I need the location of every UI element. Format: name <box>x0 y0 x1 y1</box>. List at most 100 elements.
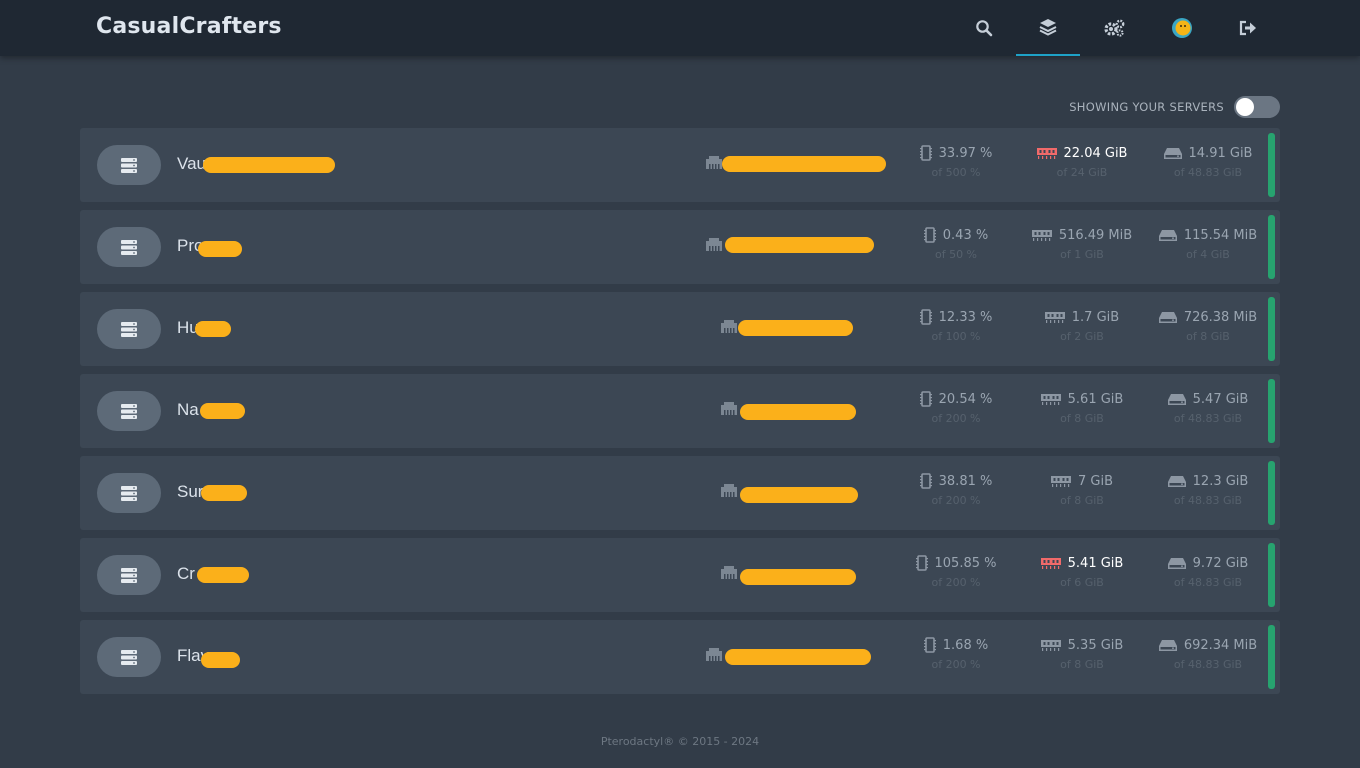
disk-usage: 115.54 MiB <box>1183 227 1258 243</box>
disk-icon <box>1163 147 1182 159</box>
cpu-usage: 105.85 % <box>934 555 997 571</box>
disk-usage: 5.47 GiB <box>1192 391 1249 407</box>
search-icon[interactable] <box>952 0 1016 56</box>
cpu-limit: of 200 % <box>931 494 981 507</box>
ethernet-icon <box>706 648 722 661</box>
disk-stat: 726.38 MiB of 8 GiB <box>1153 308 1263 343</box>
memory-limit: of 8 GiB <box>1060 494 1104 507</box>
status-indicator <box>1268 379 1275 443</box>
memory-usage: 5.61 GiB <box>1067 391 1124 407</box>
redaction-mark <box>200 403 245 419</box>
status-indicator <box>1268 461 1275 525</box>
cogs-icon[interactable] <box>1082 0 1146 56</box>
status-indicator <box>1268 297 1275 361</box>
cpu-usage: 20.54 % <box>938 391 993 407</box>
server-icon <box>97 473 161 513</box>
cpu-icon <box>919 145 932 161</box>
disk-stat: 115.54 MiB of 4 GiB <box>1153 226 1263 261</box>
disk-stat: 12.3 GiB of 48.83 GiB <box>1153 472 1263 507</box>
ethernet-icon <box>706 156 722 169</box>
memory-limit: of 24 GiB <box>1056 166 1108 179</box>
cpu-icon <box>919 309 932 325</box>
server-row[interactable]: Vau 33.97 % of 500 % 22.04 GiB of 24 GiB… <box>80 128 1280 202</box>
redaction-mark <box>198 241 242 257</box>
cpu-icon <box>923 637 936 653</box>
redaction-mark <box>195 321 231 337</box>
disk-icon <box>1158 229 1177 241</box>
sign-out-icon[interactable] <box>1216 0 1280 56</box>
cpu-limit: of 200 % <box>931 412 981 425</box>
memory-usage: 516.49 MiB <box>1058 227 1133 243</box>
memory-icon <box>1044 312 1065 323</box>
redaction-mark <box>738 320 853 336</box>
server-row[interactable]: Na 20.54 % of 200 % 5.61 GiB of 8 GiB 5.… <box>80 374 1280 448</box>
status-indicator <box>1268 543 1275 607</box>
cpu-stat: 33.97 % of 500 % <box>901 144 1011 179</box>
server-icon <box>97 227 161 267</box>
disk-limit: of 48.83 GiB <box>1173 494 1243 507</box>
disk-usage: 692.34 MiB <box>1183 637 1258 653</box>
memory-icon <box>1040 640 1061 651</box>
memory-icon <box>1050 476 1071 487</box>
cpu-usage: 0.43 % <box>942 227 989 243</box>
server-row[interactable]: Sur 38.81 % of 200 % 7 GiB of 8 GiB 12.3… <box>80 456 1280 530</box>
ethernet-icon <box>721 566 737 579</box>
status-indicator <box>1268 215 1275 279</box>
server-row[interactable]: Flav 1.68 % of 200 % 5.35 GiB of 8 GiB 6… <box>80 620 1280 694</box>
server-name: Sur <box>177 482 204 501</box>
server-row[interactable]: Cr 105.85 % of 200 % 5.41 GiB of 6 GiB 9… <box>80 538 1280 612</box>
cpu-limit: of 50 % <box>934 248 978 261</box>
cpu-stat: 0.43 % of 50 % <box>901 226 1011 261</box>
cpu-icon <box>923 227 936 243</box>
ethernet-icon <box>721 484 737 497</box>
server-name: Na <box>177 400 199 419</box>
disk-limit: of 48.83 GiB <box>1173 658 1243 671</box>
disk-usage: 9.72 GiB <box>1192 555 1249 571</box>
disk-limit: of 4 GiB <box>1186 248 1230 261</box>
memory-limit: of 8 GiB <box>1060 658 1104 671</box>
footer-copyright: Pterodactyl® © 2015 - 2024 <box>600 735 760 748</box>
server-filter: SHOWING YOUR SERVERS <box>1069 96 1280 118</box>
memory-stat: 22.04 GiB of 24 GiB <box>1027 144 1137 179</box>
disk-usage: 14.91 GiB <box>1188 145 1253 161</box>
memory-stat: 5.35 GiB of 8 GiB <box>1027 636 1137 671</box>
memory-stat: 5.41 GiB of 6 GiB <box>1027 554 1137 589</box>
brand-title[interactable]: CasualCrafters <box>96 14 282 39</box>
redaction-mark <box>722 156 886 172</box>
avatar-icon[interactable] <box>1150 0 1214 56</box>
cpu-usage: 38.81 % <box>938 473 993 489</box>
ethernet-icon <box>721 402 737 415</box>
disk-stat: 5.47 GiB of 48.83 GiB <box>1153 390 1263 425</box>
server-row[interactable]: Hu 12.33 % of 100 % 1.7 GiB of 2 GiB 726… <box>80 292 1280 366</box>
status-indicator <box>1268 133 1275 197</box>
server-icon <box>97 391 161 431</box>
cpu-icon <box>915 555 928 571</box>
memory-icon <box>1040 394 1061 405</box>
cpu-limit: of 200 % <box>931 576 981 589</box>
cpu-usage: 33.97 % <box>938 145 993 161</box>
cpu-icon <box>919 473 932 489</box>
disk-icon <box>1167 475 1186 487</box>
disk-limit: of 48.83 GiB <box>1173 412 1243 425</box>
memory-limit: of 6 GiB <box>1060 576 1104 589</box>
disk-limit: of 8 GiB <box>1186 330 1230 343</box>
redaction-mark <box>740 487 858 503</box>
top-navbar: CasualCrafters <box>0 0 1360 56</box>
cpu-stat: 38.81 % of 200 % <box>901 472 1011 507</box>
cpu-limit: of 100 % <box>931 330 981 343</box>
redaction-mark <box>740 569 856 585</box>
memory-usage: 5.35 GiB <box>1067 637 1124 653</box>
server-list: Vau 33.97 % of 500 % 22.04 GiB of 24 GiB… <box>80 128 1280 702</box>
memory-stat: 7 GiB of 8 GiB <box>1027 472 1137 507</box>
layers-icon[interactable] <box>1016 0 1080 56</box>
disk-stat: 692.34 MiB of 48.83 GiB <box>1153 636 1263 671</box>
disk-stat: 9.72 GiB of 48.83 GiB <box>1153 554 1263 589</box>
server-icon <box>97 637 161 677</box>
redaction-mark <box>725 649 871 665</box>
disk-icon <box>1167 393 1186 405</box>
redaction-mark <box>725 237 874 253</box>
show-servers-toggle[interactable] <box>1234 96 1280 118</box>
server-name: Vau <box>177 154 206 173</box>
memory-usage: 1.7 GiB <box>1071 309 1120 325</box>
server-row[interactable]: Pro 0.43 % of 50 % 516.49 MiB of 1 GiB 1… <box>80 210 1280 284</box>
